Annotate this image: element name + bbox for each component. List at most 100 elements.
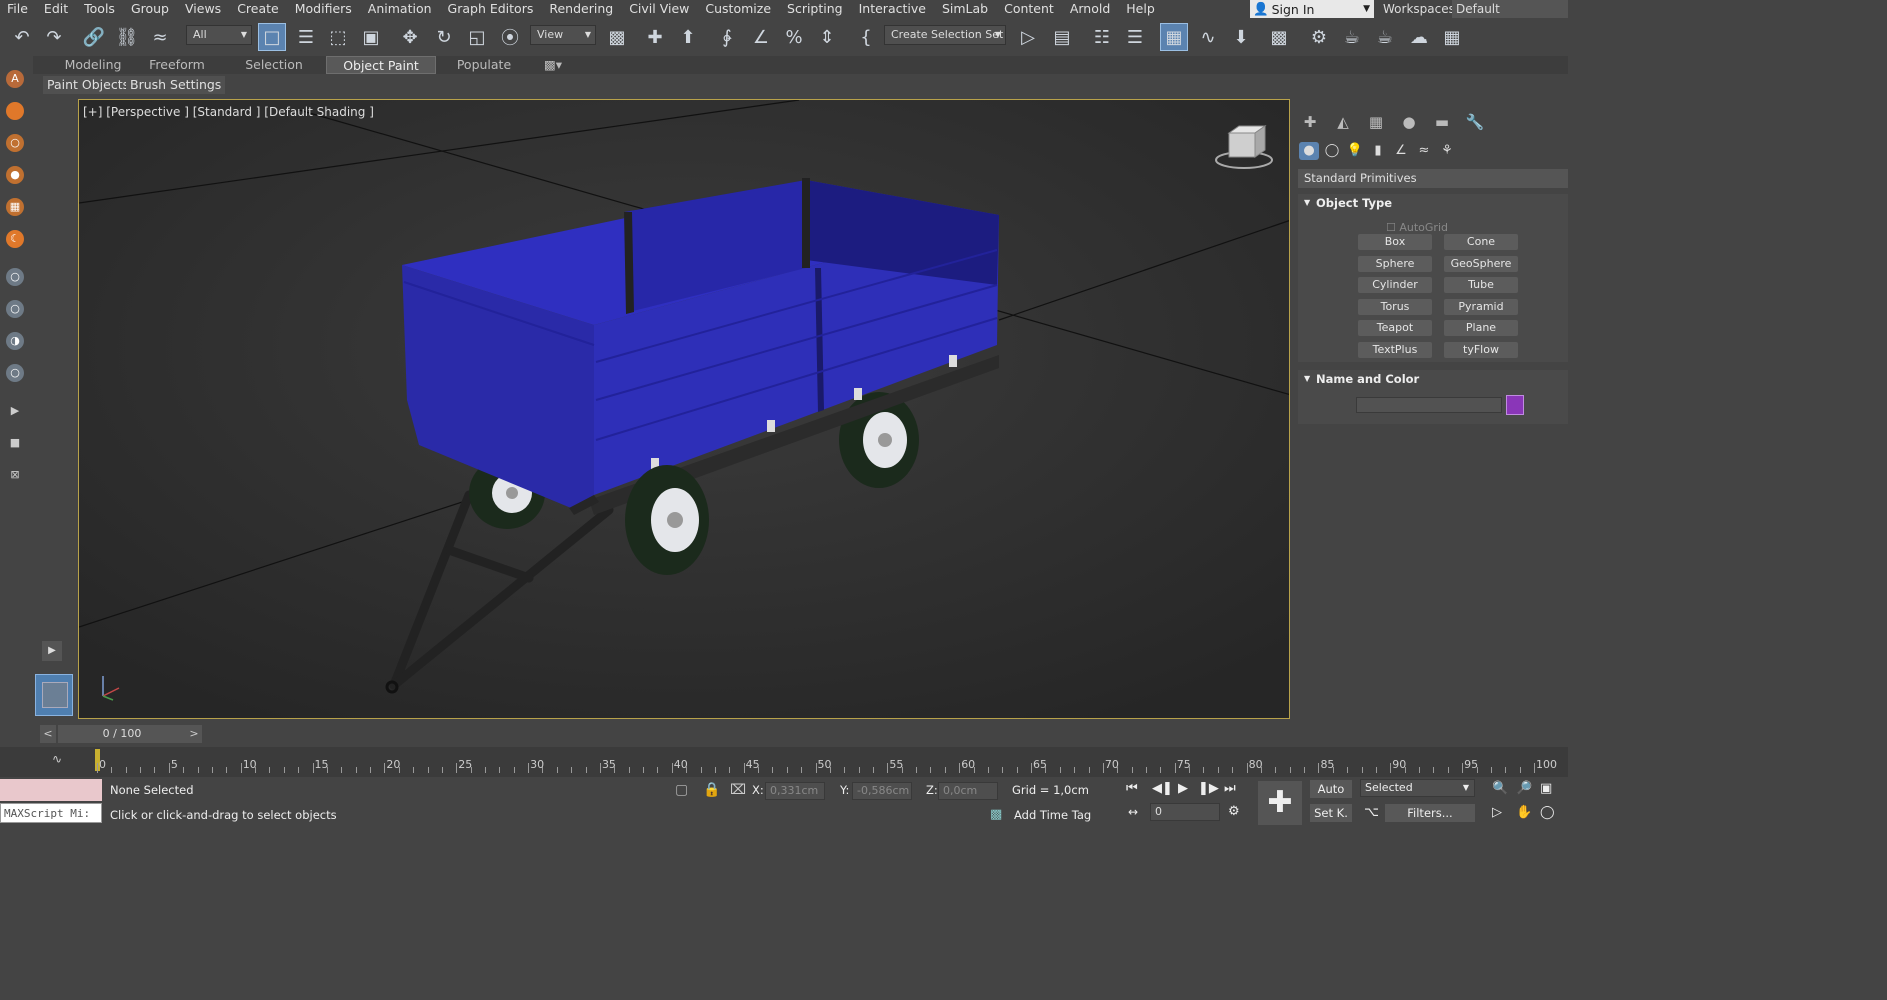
angle-snap-icon[interactable]: ∠ — [747, 23, 775, 51]
window-crossing-icon[interactable]: ▣ — [357, 23, 385, 51]
textplus-button[interactable]: TextPlus — [1358, 342, 1432, 358]
menu-rendering[interactable]: Rendering — [542, 0, 622, 18]
lock-selection-icon[interactable]: 🔒 — [703, 782, 720, 798]
scale-icon[interactable]: ◱ — [463, 23, 491, 51]
tab-object-paint[interactable]: Object Paint — [326, 56, 436, 74]
geometry-icon[interactable]: ● — [1299, 142, 1319, 160]
play-icon[interactable]: ▶ — [1178, 781, 1188, 796]
lights-icon[interactable]: 💡 — [1345, 142, 1365, 160]
scene-explorer-icon[interactable]: ☷ — [1088, 23, 1116, 51]
zoom-all-icon[interactable]: 🔎 — [1516, 781, 1532, 796]
paint-objects-panel[interactable]: Paint Objects — [43, 76, 134, 94]
unlink-icon[interactable]: ⛓ — [113, 23, 141, 51]
tab-populate[interactable]: Populate — [450, 56, 518, 74]
cone-button[interactable]: Cone — [1444, 234, 1518, 250]
next-frame-icon[interactable]: > — [186, 725, 202, 743]
a360-gallery-icon[interactable]: ▦ — [1438, 23, 1466, 51]
close-script-icon[interactable]: ⊠ — [6, 466, 24, 484]
track-bar[interactable]: ∿ 0 5 10 15 20 25 30 35 40 45 50 55 60 65 70 75 80 85 90 95… — [0, 747, 1568, 777]
named-selection-set-dropdown[interactable]: Create Selection Set ▼ — [884, 25, 1006, 45]
menu-tools[interactable]: Tools — [77, 0, 124, 18]
select-manipulate-icon[interactable]: ✚ — [641, 23, 669, 51]
move-icon[interactable]: ✥ — [396, 23, 424, 51]
link-icon[interactable]: 🔗 — [80, 23, 108, 51]
viewport-layout-tab[interactable] — [35, 674, 73, 716]
time-slider[interactable]: 0 / 100 — [58, 725, 186, 743]
auto-key-button[interactable]: Auto — [1310, 780, 1352, 798]
pivot-center-icon[interactable]: ▩ — [603, 23, 631, 51]
expand-viewport-layout-icon[interactable]: ▶ — [42, 641, 62, 661]
current-frame-spinner[interactable]: 0 — [1150, 803, 1220, 821]
schematic-view-icon[interactable]: ⬇ — [1227, 23, 1255, 51]
field-of-view-icon[interactable]: ▷ — [1492, 805, 1502, 820]
previous-key-icon[interactable]: ◀❚ — [1152, 781, 1173, 796]
key-filters-icon[interactable]: ⌥ — [1364, 805, 1379, 820]
sphere-grid-icon[interactable]: ○ — [6, 300, 24, 318]
ribbon-toggle-icon[interactable]: ▦ — [1160, 23, 1188, 51]
cylinder-button[interactable]: Cylinder — [1358, 277, 1432, 293]
shapes-icon[interactable]: ◯ — [1322, 142, 1342, 160]
tube-button[interactable]: Tube — [1444, 277, 1518, 293]
reference-coordinate-dropdown[interactable]: View ▼ — [530, 25, 596, 45]
torus-button[interactable]: Torus — [1358, 299, 1432, 315]
perspective-viewport[interactable]: [+] [Perspective ] [Standard ] [Default … — [78, 99, 1290, 719]
menu-group[interactable]: Group — [124, 0, 178, 18]
hierarchy-tab-icon[interactable]: ▦ — [1364, 111, 1388, 133]
bind-space-warp-icon[interactable]: ≈ — [146, 23, 174, 51]
menu-create[interactable]: Create — [230, 0, 288, 18]
display-tab-icon[interactable]: ▬ — [1430, 111, 1454, 133]
spinner-snap-icon[interactable]: ⇕ — [813, 23, 841, 51]
play-script-icon[interactable]: ▶ — [6, 402, 24, 420]
time-tag-icon[interactable]: ▩ — [990, 807, 1002, 822]
ribbon-options-icon[interactable]: ▩▾ — [538, 56, 568, 74]
menu-animation[interactable]: Animation — [361, 0, 441, 18]
half-sphere-icon[interactable]: ◑ — [6, 332, 24, 350]
rectangular-selection-icon[interactable]: ⬚ — [324, 23, 352, 51]
create-tab-icon[interactable]: ✚ — [1298, 111, 1322, 133]
brush-settings-panel[interactable]: Brush Settings — [126, 76, 226, 94]
tab-modeling[interactable]: Modeling — [60, 56, 126, 74]
selection-filter-dropdown[interactable]: All ▼ — [186, 25, 252, 45]
pan-view-icon[interactable]: ✋ — [1516, 805, 1532, 820]
undo-icon[interactable]: ↶ — [8, 23, 36, 51]
key-filter-dropdown[interactable]: Selected ▼ — [1360, 779, 1475, 797]
go-to-end-icon[interactable]: ⏭ — [1224, 781, 1236, 796]
helpers-icon[interactable]: ∠ — [1391, 142, 1411, 160]
grid-icon[interactable]: ▦ — [6, 198, 24, 216]
geosphere-button[interactable]: GeoSphere — [1444, 256, 1518, 272]
time-configuration-icon[interactable]: ⚙ — [1228, 804, 1240, 819]
keyboard-shortcut-toggle-icon[interactable]: ⬆ — [674, 23, 702, 51]
stop-script-icon[interactable]: ■ — [6, 434, 24, 452]
world-icon[interactable]: ○ — [6, 268, 24, 286]
redo-icon[interactable]: ↷ — [40, 23, 68, 51]
z-coordinate-field[interactable]: 0,0cm — [938, 782, 998, 800]
utilities-tab-icon[interactable]: 🔧 — [1463, 111, 1487, 133]
tyflow-button[interactable]: tyFlow — [1444, 342, 1518, 358]
paint-icon[interactable]: ● — [6, 166, 24, 184]
striped-sphere-icon[interactable]: ○ — [6, 364, 24, 382]
snaps-toggle-icon[interactable]: ∳ — [713, 23, 741, 51]
render-in-cloud-icon[interactable]: ☁ — [1405, 23, 1433, 51]
material-editor-icon[interactable]: ▩ — [1265, 23, 1293, 51]
space-warps-icon[interactable]: ≈ — [1414, 142, 1434, 160]
add-time-tag[interactable]: Add Time Tag — [1014, 808, 1091, 822]
menu-civil-view[interactable]: Civil View — [622, 0, 698, 18]
set-key-icon[interactable]: ✚ — [1258, 781, 1302, 825]
menu-views[interactable]: Views — [178, 0, 230, 18]
sphere-button[interactable]: Sphere — [1358, 256, 1432, 272]
menu-file[interactable]: File — [0, 0, 37, 18]
menu-customize[interactable]: Customize — [698, 0, 780, 18]
primitive-category-dropdown[interactable]: Standard Primitives — [1298, 169, 1568, 188]
systems-icon[interactable]: ⚘ — [1437, 142, 1457, 160]
tab-freeform[interactable]: Freeform — [144, 56, 210, 74]
menu-graph-editors[interactable]: Graph Editors — [441, 0, 543, 18]
curve-editor-icon[interactable]: ∿ — [1194, 23, 1222, 51]
menu-content[interactable]: Content — [997, 0, 1063, 18]
crescent-icon[interactable]: ☾ — [6, 230, 24, 248]
zoom-icon[interactable]: 🔍 — [1492, 781, 1508, 796]
percent-snap-icon[interactable]: % — [780, 23, 808, 51]
menu-simlab[interactable]: SimLab — [935, 0, 997, 18]
isolate-selection-icon[interactable]: ▢ — [675, 782, 688, 798]
render-setup-icon[interactable]: ⚙ — [1305, 23, 1333, 51]
zoom-extents-icon[interactable]: ▣ — [1540, 781, 1552, 796]
